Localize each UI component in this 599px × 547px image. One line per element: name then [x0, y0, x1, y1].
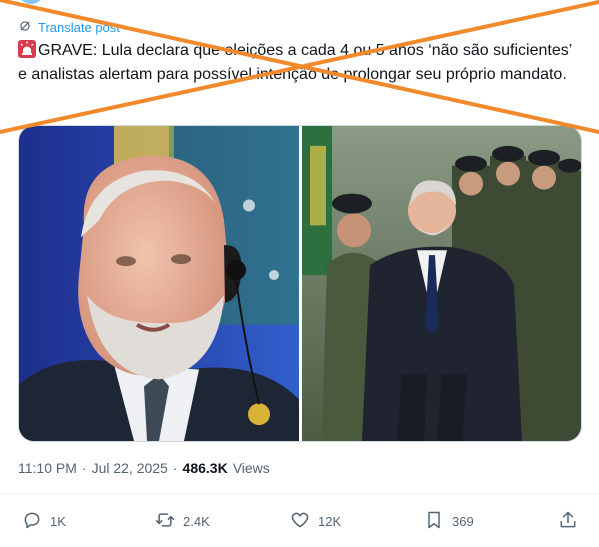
translate-post-label[interactable]: Translate post: [38, 20, 120, 35]
reply-button[interactable]: 1K: [22, 510, 66, 533]
siren-emoji-icon: [18, 40, 36, 58]
media-image-left[interactable]: [19, 126, 299, 441]
repost-icon: [155, 510, 175, 533]
reply-count: 1K: [50, 514, 66, 529]
repost-button[interactable]: 2.4K: [155, 510, 210, 533]
lula-soldiers-photo: [302, 126, 581, 441]
share-icon: [558, 510, 578, 533]
views-count[interactable]: 486.3K: [183, 460, 228, 476]
meta-separator: ·: [81, 460, 87, 476]
post-text-flag: GRAVE:: [38, 42, 98, 59]
like-count: 12K: [318, 514, 342, 529]
post-text-body: Lula declara que eleições a cada 4 ou 5 …: [18, 42, 572, 83]
share-button[interactable]: [558, 510, 578, 533]
views-label: Views: [232, 460, 270, 476]
translate-post-link[interactable]: Translate post: [18, 18, 120, 36]
post-time[interactable]: 11:10 PM: [18, 460, 77, 476]
post-date[interactable]: Jul 22, 2025: [92, 460, 168, 476]
meta-separator: ·: [172, 460, 178, 476]
translate-icon: [18, 19, 32, 36]
post-text: GRAVE: Lula declara que eleições a cada …: [18, 39, 583, 87]
bookmark-count: 369: [452, 514, 474, 529]
repost-count: 2.4K: [183, 514, 210, 529]
bookmark-icon: [424, 510, 444, 533]
divider: [0, 493, 599, 494]
media-image-right[interactable]: [302, 126, 581, 441]
like-button[interactable]: 12K: [290, 510, 341, 533]
reply-icon: [22, 510, 42, 533]
bookmark-button[interactable]: 369: [424, 510, 474, 533]
action-bar: 1K 2.4K 12K 369: [0, 500, 599, 544]
post-meta: 11:10 PM · Jul 22, 2025 · 486.3K Views: [18, 460, 270, 476]
like-icon: [290, 510, 310, 533]
lula-closeup-photo: [19, 126, 299, 441]
media-grid: [18, 125, 582, 442]
avatar[interactable]: [18, 0, 44, 4]
